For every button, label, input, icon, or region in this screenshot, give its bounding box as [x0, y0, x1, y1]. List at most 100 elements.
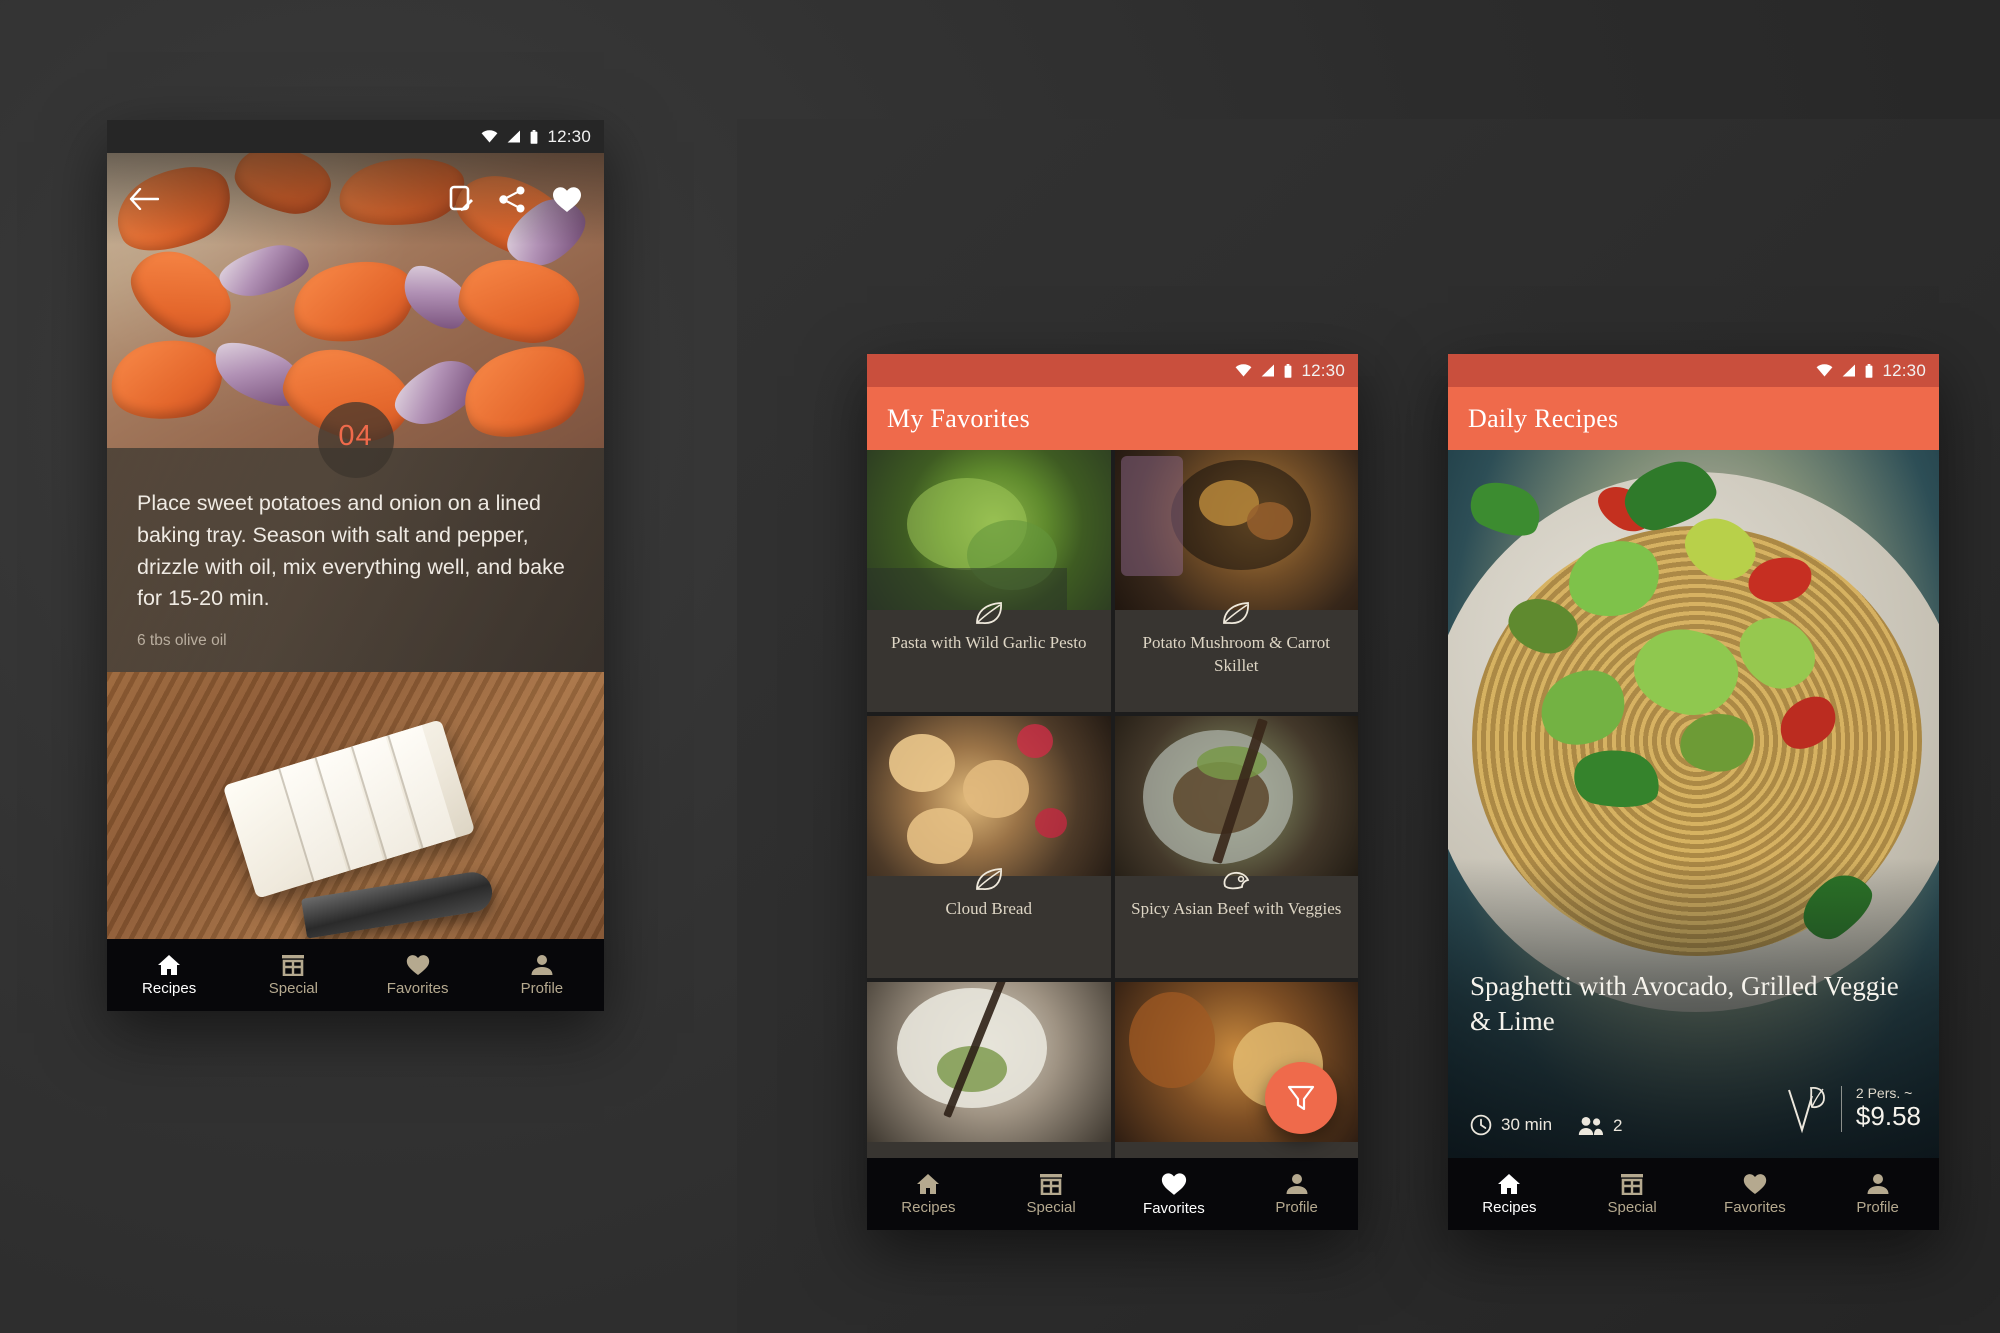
home-icon: [158, 955, 181, 975]
store-icon: [1040, 1174, 1063, 1195]
list-item[interactable]: [867, 982, 1111, 1158]
nav-label-special: Special: [268, 980, 318, 997]
appbar-favorites: My Favorites: [867, 387, 1358, 450]
step-instruction-text: Place sweet potatoes and onion on a line…: [137, 491, 565, 611]
nav-label-profile: Profile: [1275, 1199, 1318, 1216]
nav-label-recipes: Recipes: [1482, 1199, 1537, 1216]
list-item[interactable]: Cloud Bread: [867, 716, 1111, 978]
clock-icon: [1470, 1114, 1492, 1136]
favorites-grid[interactable]: Pasta with Wild Garlic Pesto Potato Mush…: [867, 450, 1358, 1158]
status-bar: 12:30: [867, 354, 1358, 387]
person-icon: [531, 955, 553, 975]
nav-label-favorites: Favorites: [1143, 1200, 1205, 1217]
nav-item-recipes[interactable]: Recipes: [867, 1173, 990, 1215]
phone-my-favorites: 12:30 My Favorites Pasta with Wild Garli…: [867, 354, 1358, 1230]
nav-label-recipes: Recipes: [901, 1199, 956, 1216]
status-bar-time: 12:30: [1301, 360, 1345, 380]
step-number: 04: [338, 420, 373, 452]
home-icon: [1498, 1174, 1521, 1194]
recipe-meta-row: 30 min 2 2 Pers. ~ $9.58: [1470, 1082, 1921, 1136]
people-icon: [1578, 1117, 1604, 1135]
vegetarian-leaf-icon: [1787, 1086, 1825, 1134]
servings-label: 2: [1613, 1116, 1623, 1135]
back-arrow-icon[interactable]: [129, 188, 159, 210]
meta-divider: [1840, 1086, 1842, 1132]
phone-recipe-step-detail: 12:30 04 Place sweet potatoes and onion …: [107, 120, 604, 1011]
nav-label-favorites: Favorites: [386, 980, 449, 997]
signal-icon: [1262, 364, 1275, 377]
heart-filled-icon[interactable]: [552, 186, 582, 213]
nav-item-recipes[interactable]: Recipes: [1448, 1173, 1571, 1215]
status-bar-time: 12:30: [1882, 360, 1926, 380]
nav-label-profile: Profile: [520, 980, 564, 997]
phone-daily-recipes: 12:30 Daily Recipes Spaghetti with Avoca…: [1448, 354, 1939, 1230]
store-icon: [1621, 1174, 1644, 1195]
recipe-title: Spaghetti with Avocado, Grilled Veggie &…: [1470, 970, 1899, 1037]
leaf-icon: [1223, 602, 1250, 624]
wifi-icon: [482, 130, 498, 143]
bottom-nav-recipe-step: Recipes Special Favorites Profile: [107, 939, 604, 1011]
list-item[interactable]: Potato Mushroom & Carrot Skillet: [1114, 450, 1358, 712]
meat-cut-icon: [1223, 871, 1250, 890]
person-icon: [1286, 1174, 1308, 1194]
recipe-step-card: 04 Place sweet potatoes and onion on a l…: [107, 402, 604, 673]
battery-icon: [1285, 363, 1292, 378]
home-icon: [917, 1174, 940, 1194]
wifi-icon: [1236, 364, 1252, 377]
nav-item-favorites[interactable]: Favorites: [1113, 1172, 1236, 1216]
battery-icon: [531, 129, 538, 144]
list-item[interactable]: Pasta with Wild Garlic Pesto: [867, 450, 1111, 712]
nav-item-special[interactable]: Special: [1571, 1173, 1694, 1215]
wifi-icon: [1817, 364, 1833, 377]
nav-label-recipes: Recipes: [142, 980, 197, 997]
servings: 2: [1578, 1116, 1623, 1136]
status-bar-time: 12:30: [547, 126, 591, 146]
nav-item-favorites[interactable]: Favorites: [356, 954, 480, 996]
recipe-thumbnail: [867, 716, 1111, 876]
nav-item-profile[interactable]: Profile: [480, 954, 604, 996]
recipe-price: $9.58: [1855, 1101, 1921, 1132]
filter-funnel-icon: [1287, 1085, 1315, 1111]
nav-item-special[interactable]: Special: [990, 1173, 1113, 1215]
signal-icon: [508, 130, 521, 143]
note-edit-icon[interactable]: [449, 185, 473, 213]
store-icon: [282, 955, 305, 976]
recipe-thumbnail: [1114, 450, 1358, 610]
step-ingredient-note: 6 tbs olive oil: [137, 632, 227, 650]
heart-icon: [1743, 1174, 1767, 1194]
heart-icon: [1161, 1173, 1187, 1195]
nav-item-recipes[interactable]: Recipes: [107, 954, 231, 996]
page-title: My Favorites: [887, 403, 1030, 433]
leaf-icon: [975, 602, 1002, 624]
recipe-step-photo-bottom: [107, 672, 604, 966]
recipe-thumbnail: [867, 450, 1111, 610]
leaf-icon: [975, 868, 1002, 890]
heart-icon: [406, 955, 429, 975]
daily-recipe-hero[interactable]: Spaghetti with Avocado, Grilled Veggie &…: [1448, 450, 1939, 1158]
status-bar: 12:30: [107, 120, 604, 153]
filter-fab-button[interactable]: [1265, 1062, 1337, 1134]
nav-item-favorites[interactable]: Favorites: [1694, 1173, 1817, 1215]
recipe-thumbnail: [1114, 716, 1358, 876]
list-item[interactable]: Spicy Asian Beef with Veggies: [1114, 716, 1358, 978]
recipe-thumbnail: [867, 982, 1111, 1142]
cook-time: 30 min: [1470, 1114, 1552, 1136]
nav-item-special[interactable]: Special: [231, 954, 355, 996]
page-title: Daily Recipes: [1468, 403, 1619, 433]
bottom-nav-daily: Recipes Special Favorites Profile: [1448, 1158, 1939, 1230]
nav-label-special: Special: [1607, 1199, 1657, 1216]
person-icon: [1867, 1174, 1889, 1194]
battery-icon: [1866, 363, 1873, 378]
nav-label-special: Special: [1026, 1199, 1076, 1216]
bottom-nav-favorites: Recipes Special Favorites Profile: [867, 1158, 1358, 1230]
appbar-daily-recipes: Daily Recipes: [1448, 387, 1939, 450]
nav-label-favorites: Favorites: [1724, 1199, 1786, 1216]
nav-label-profile: Profile: [1856, 1199, 1899, 1216]
share-icon[interactable]: [499, 186, 526, 213]
cook-time-label: 30 min: [1501, 1115, 1553, 1134]
signal-icon: [1843, 364, 1856, 377]
price-block: 2 Pers. ~ $9.58: [1785, 1082, 1921, 1136]
nav-item-profile[interactable]: Profile: [1816, 1173, 1939, 1215]
persons-note: 2 Pers. ~: [1855, 1084, 1913, 1101]
nav-item-profile[interactable]: Profile: [1235, 1173, 1358, 1215]
